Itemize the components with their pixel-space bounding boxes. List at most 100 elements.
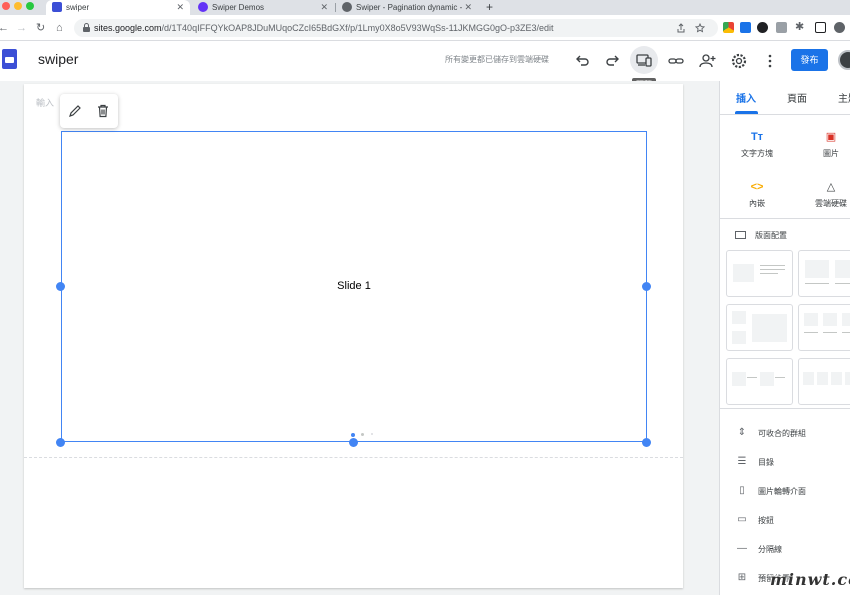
slide-label: Slide 1 [337, 280, 371, 292]
insert-embed[interactable]: <> 內嵌 [722, 180, 792, 209]
preview-devices-icon [636, 54, 652, 67]
back-icon[interactable]: ← [0, 15, 9, 41]
url-text: sites.google.com/d/1T40qIFFQYkOAP8JDuMUq… [94, 23, 554, 33]
section-divider [720, 408, 850, 409]
resize-handle-right[interactable] [642, 282, 651, 291]
placeholder-icon: ⊞ [737, 572, 747, 583]
settings-button[interactable] [729, 51, 749, 71]
tab-themes[interactable]: 主題 [838, 90, 850, 105]
forward-icon[interactable]: → [16, 15, 27, 41]
extension-grey-icon[interactable] [776, 22, 787, 33]
resize-handle-left[interactable] [56, 282, 65, 291]
side-panel-icon[interactable] [815, 22, 826, 33]
bookmark-star-icon[interactable] [695, 23, 705, 33]
close-tab-icon[interactable]: ✕ [176, 0, 184, 15]
resize-handle-bottom-left[interactable] [56, 438, 65, 447]
google-sites-logo-icon[interactable] [2, 49, 17, 69]
browser-tab-strip: swiper ✕ Swiper Demos ✕ Swiper - Paginat… [0, 0, 850, 15]
layout-grid-icon [735, 231, 746, 239]
collapsible-group-icon: ⇕ [737, 427, 747, 438]
tab-title: Swiper Demos [212, 3, 265, 12]
edit-embed-button[interactable] [67, 103, 83, 119]
pagination-bullet-3[interactable] [371, 433, 373, 435]
extensions-puzzle-icon[interactable]: ✱ [795, 22, 806, 33]
tile-label: 內嵌 [749, 199, 765, 208]
layout-option-4[interactable] [798, 304, 850, 351]
extension-color-icon[interactable] [723, 22, 734, 33]
more-options-button[interactable] [760, 51, 780, 71]
embed-icon: <> [750, 181, 764, 193]
tab-title: swiper [66, 3, 90, 12]
resize-handle-bottom[interactable] [349, 438, 358, 447]
extension-dark-icon[interactable] [757, 22, 768, 33]
profile-avatar-icon[interactable] [834, 22, 845, 33]
tab-insert[interactable]: 插入 [736, 90, 756, 105]
resize-handle-bottom-right[interactable] [642, 438, 651, 447]
tab-pages[interactable]: 頁面 [787, 90, 807, 105]
layout-option-1[interactable] [726, 250, 793, 297]
section-divider [24, 457, 683, 458]
layout-option-3[interactable] [726, 304, 793, 351]
codesandbox-favicon-icon [342, 2, 352, 12]
text-box-icon: Tт [750, 131, 764, 143]
section-divider [720, 218, 850, 219]
maximize-window-icon[interactable] [26, 2, 34, 10]
layout-option-6[interactable] [798, 358, 850, 405]
close-tab-icon[interactable]: ✕ [464, 0, 472, 15]
trash-icon [98, 104, 108, 118]
preview-button[interactable] [630, 46, 658, 74]
publish-button[interactable]: 發布 [791, 49, 828, 71]
share-icon[interactable] [676, 23, 686, 33]
browser-tab-swiper-demos[interactable]: Swiper Demos ✕ [192, 0, 334, 15]
copy-link-button[interactable] [666, 51, 686, 71]
layout-option-5[interactable] [726, 358, 793, 405]
undo-button[interactable] [572, 51, 592, 71]
page-title-placeholder[interactable]: 輸入 [36, 96, 54, 109]
insert-image[interactable]: ▣ 圖片 [796, 130, 850, 159]
tabs-divider [720, 114, 850, 115]
divider-icon: — [737, 543, 747, 554]
insert-sidebar: 插入 頁面 主題 Tт 文字方塊 ▣ 圖片 <> 內嵌 △ 雲端硬碟 版面配置 [719, 81, 850, 595]
swiper-favicon-icon [198, 2, 208, 12]
table-of-contents-icon: ☰ [737, 456, 747, 467]
minimize-window-icon[interactable] [14, 2, 22, 10]
account-avatar[interactable] [838, 50, 850, 70]
tile-label: 圖片 [823, 149, 839, 158]
lock-icon [83, 23, 90, 32]
insert-drive[interactable]: △ 雲端硬碟 [796, 180, 850, 209]
embed-toolbar [60, 94, 118, 128]
close-window-icon[interactable] [2, 2, 10, 10]
add-person-icon [699, 54, 716, 68]
more-vert-icon [768, 54, 772, 68]
layouts-heading: 版面配置 [735, 230, 787, 241]
browser-toolbar: ← → ↻ ⌂ sites.google.com/d/1T40qIFFQYkOA… [0, 15, 850, 41]
google-sites-favicon-icon [52, 2, 62, 12]
site-name[interactable]: swiper [38, 51, 78, 67]
new-tab-icon[interactable]: + [486, 0, 493, 14]
close-tab-icon[interactable]: ✕ [320, 0, 328, 15]
sites-header: swiper 所有變更都已儲存到雲端硬碟 發布 [0, 41, 850, 81]
gear-icon [731, 53, 747, 69]
reload-icon[interactable]: ↻ [36, 15, 45, 41]
save-status: 所有變更都已儲存到雲端硬碟 [445, 55, 549, 64]
pagination-bullet-1[interactable] [351, 433, 355, 437]
tab-title: Swiper - Pagination dynamic - [356, 3, 463, 12]
layout-option-2[interactable] [798, 250, 850, 297]
browser-tab-swiper-pagination[interactable]: Swiper - Pagination dynamic - ✕ [336, 0, 478, 15]
embed-block[interactable]: Slide 1 [61, 131, 647, 442]
delete-embed-button[interactable] [95, 103, 111, 119]
home-icon[interactable]: ⌂ [56, 15, 63, 41]
insert-text-box[interactable]: Tт 文字方塊 [722, 130, 792, 159]
redo-icon [606, 55, 619, 66]
drive-icon: △ [826, 181, 836, 193]
image-icon: ▣ [825, 131, 837, 143]
browser-tab-swiper[interactable]: swiper ✕ [46, 0, 190, 15]
address-bar[interactable]: sites.google.com/d/1T40qIFFQYkOAP8JDuMUq… [74, 19, 718, 37]
tile-label: 文字方塊 [741, 149, 773, 158]
share-with-others-button[interactable] [698, 51, 718, 71]
button-icon: ▭ [737, 514, 747, 525]
redo-button[interactable] [603, 51, 623, 71]
extension-blue-icon[interactable] [740, 22, 751, 33]
pagination-bullet-2[interactable] [361, 433, 364, 436]
watermark-text: minwt.com [770, 570, 850, 589]
